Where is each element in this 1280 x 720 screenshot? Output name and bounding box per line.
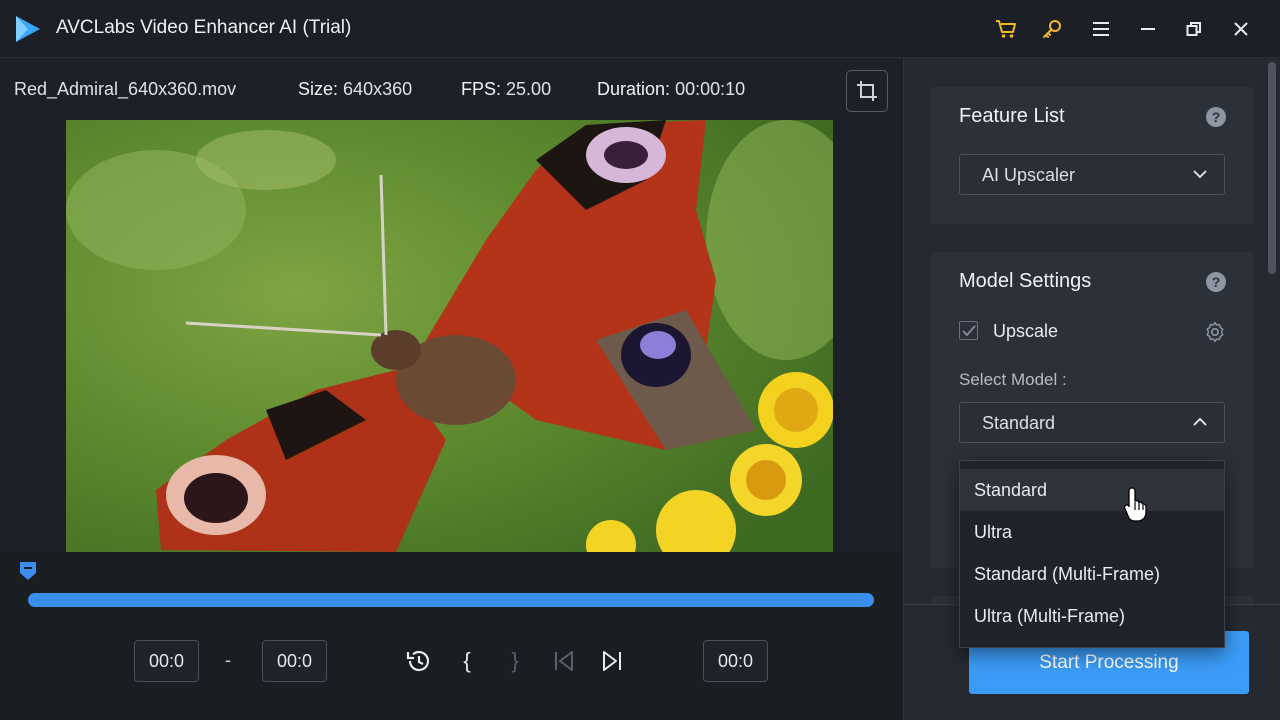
timeline-progress-bar[interactable] xyxy=(28,593,874,607)
feature-select-value: AI Upscaler xyxy=(982,165,1076,185)
history-icon[interactable] xyxy=(404,646,434,676)
prev-frame-icon[interactable] xyxy=(549,646,579,676)
close-icon[interactable] xyxy=(1228,16,1254,42)
minimize-icon[interactable] xyxy=(1135,16,1161,42)
next-frame-icon[interactable] xyxy=(597,646,627,676)
key-icon[interactable] xyxy=(1039,16,1065,42)
model-option-standard[interactable]: Standard xyxy=(960,469,1224,511)
file-name: Red_Admiral_640x360.mov xyxy=(14,79,237,99)
model-dropdown-list: Standard Ultra Standard (Multi-Frame) Ul… xyxy=(959,460,1225,648)
cart-icon[interactable] xyxy=(993,16,1019,42)
restore-icon[interactable] xyxy=(1181,16,1207,42)
file-duration: Duration: 00:00:10 xyxy=(597,79,745,100)
mark-in-icon[interactable]: { xyxy=(452,646,482,676)
select-model-label: Select Model : xyxy=(959,370,1067,389)
feature-list-help-icon[interactable]: ? xyxy=(1206,107,1226,127)
title-bar: AVCLabs Video Enhancer AI (Trial) xyxy=(0,0,1280,58)
butterfly-video-frame xyxy=(66,120,833,552)
timeline-area xyxy=(0,552,902,720)
settings-scrollbar-thumb[interactable] xyxy=(1268,62,1276,274)
fps-value: 25.00 xyxy=(506,79,552,99)
current-time-box[interactable]: 00:0 xyxy=(703,640,768,682)
playhead-marker-icon[interactable] xyxy=(20,562,36,580)
chevron-up-icon xyxy=(1193,417,1207,426)
duration-label: Duration: xyxy=(597,79,671,99)
video-preview[interactable] xyxy=(66,120,833,552)
end-time-box[interactable]: 00:0 xyxy=(262,640,327,682)
file-fps: FPS: 25.00 xyxy=(461,79,551,100)
model-settings-title: Model Settings xyxy=(959,270,1092,292)
time-separator: - xyxy=(225,650,231,670)
checkmark-icon xyxy=(961,324,976,336)
app-title: AVCLabs Video Enhancer AI (Trial) xyxy=(56,17,352,38)
fps-label: FPS: xyxy=(461,79,502,99)
start-time-box[interactable]: 00:0 xyxy=(134,640,199,682)
model-option-ultra[interactable]: Ultra xyxy=(960,511,1224,553)
crop-button[interactable] xyxy=(846,70,888,112)
feature-list-title: Feature List xyxy=(959,105,1065,127)
upscale-label: Upscale xyxy=(993,321,1059,341)
model-option-standard-multi-frame[interactable]: Standard (Multi-Frame) xyxy=(960,553,1224,595)
chevron-down-icon xyxy=(1193,170,1207,179)
upscale-checkbox[interactable] xyxy=(959,321,978,340)
duration-value: 00:00:10 xyxy=(675,79,746,99)
model-select[interactable]: Standard xyxy=(959,402,1225,443)
menu-icon[interactable] xyxy=(1088,16,1114,42)
gear-icon[interactable] xyxy=(1204,321,1226,343)
hand-cursor-icon xyxy=(1124,487,1147,522)
crop-icon xyxy=(857,81,877,101)
size-value: 640x360 xyxy=(343,79,413,99)
mark-out-icon[interactable]: } xyxy=(500,646,530,676)
size-label: Size: xyxy=(298,79,339,99)
model-option-ultra-multi-frame[interactable]: Ultra (Multi-Frame) xyxy=(960,595,1224,637)
file-size: Size: 640x360 xyxy=(298,79,412,100)
feature-select[interactable]: AI Upscaler xyxy=(959,154,1225,195)
app-logo-icon xyxy=(16,16,40,42)
model-settings-help-icon[interactable]: ? xyxy=(1206,272,1226,292)
model-select-value: Standard xyxy=(982,413,1056,433)
